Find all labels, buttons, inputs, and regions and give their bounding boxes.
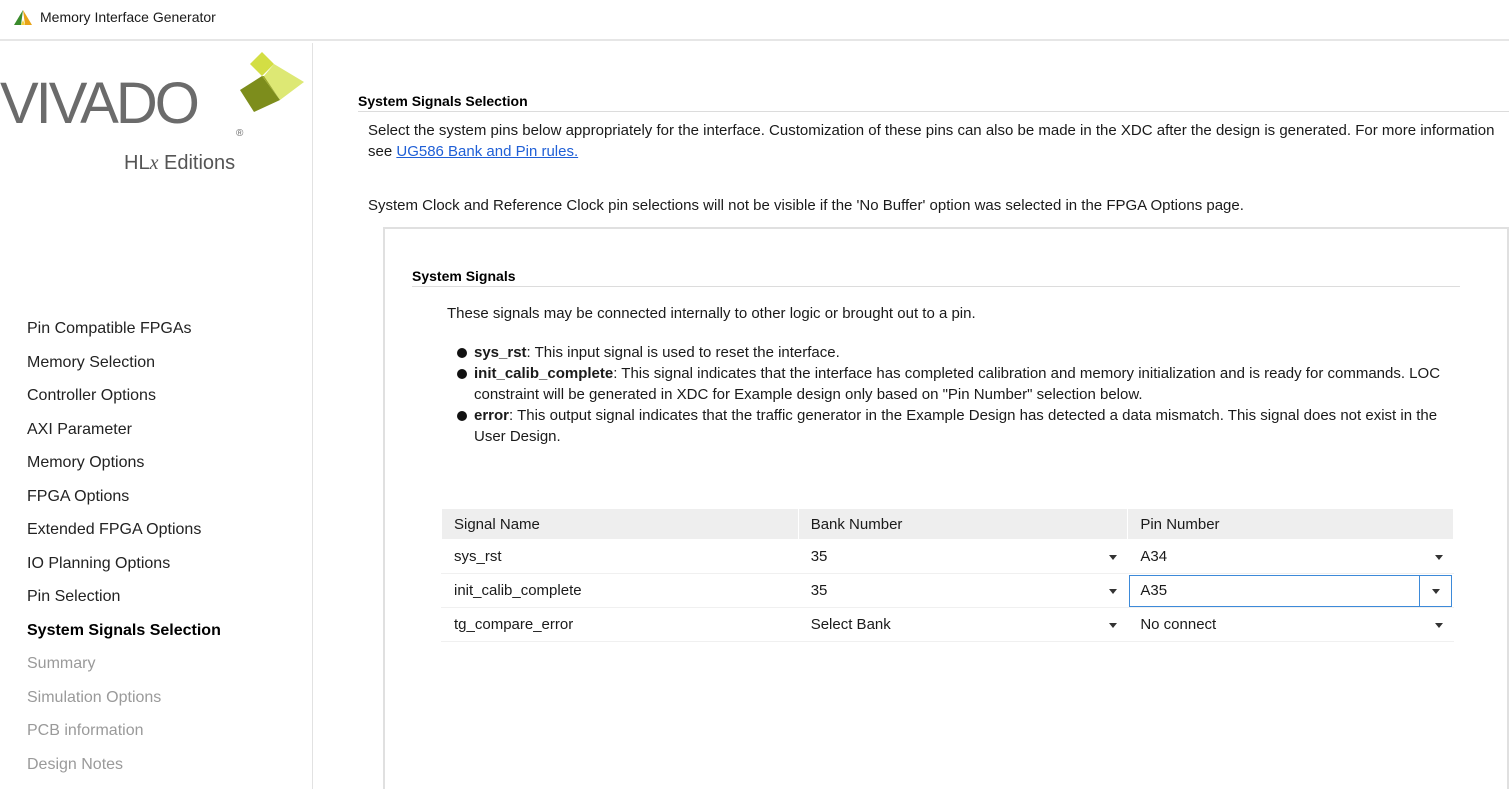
vivado-logo: VIVADO ® HLx Editions — [0, 43, 313, 174]
signal-description-text: : This signal indicates that the interfa… — [474, 365, 1441, 403]
signal-description-text: : This output signal indicates that the … — [474, 407, 1438, 445]
bank-number-value: 35 — [810, 548, 828, 565]
bank-number-select[interactable]: 35 — [797, 539, 1129, 574]
panel-description: These signals may be connected internall… — [447, 305, 976, 322]
pin-number-select[interactable]: A34 — [1127, 539, 1454, 574]
column-header-signal-name: Signal Name — [441, 508, 799, 540]
wizard-steps-nav: Pin Compatible FPGAs Memory Selection Cont… — [27, 315, 221, 784]
sidebar-item-memory-options[interactable]: Memory Options — [27, 449, 221, 483]
signal-description-item: init_calib_complete: This signal indicat… — [455, 363, 1455, 405]
bank-number-select[interactable]: 35 — [797, 573, 1129, 608]
chevron-down-icon[interactable] — [1432, 588, 1440, 594]
signal-name-cell: sys_rst — [441, 539, 799, 574]
table-header-row: Signal Name Bank Number Pin Number — [441, 508, 1454, 540]
chevron-down-icon[interactable] — [1109, 554, 1118, 560]
vivado-logo-mark — [240, 52, 304, 112]
page-title: System Signals Selection — [358, 93, 528, 109]
panel-title: System Signals — [412, 268, 516, 284]
signal-name: sys_rst — [474, 344, 527, 361]
bullet-icon — [457, 411, 467, 421]
pin-number-value: A34 — [1140, 548, 1168, 565]
signal-name: error — [474, 407, 510, 424]
main-content: System Signals Selection Select the syst… — [314, 43, 1509, 789]
signal-name-cell: init_calib_complete — [441, 573, 799, 608]
pin-number-combobox[interactable]: A35 — [1129, 574, 1452, 607]
bank-number-value: 35 — [810, 582, 828, 599]
sidebar-item-controller-options[interactable]: Controller Options — [27, 382, 221, 416]
system-signals-panel: System Signals These signals may be conn… — [383, 227, 1509, 789]
table-row: tg_compare_error Select Bank No connect — [441, 607, 1454, 642]
table-row: init_calib_complete 35 A35 — [441, 573, 1454, 608]
dropdown-button[interactable] — [1419, 575, 1451, 606]
column-header-pin-number: Pin Number — [1127, 508, 1454, 540]
page-title-divider — [358, 111, 1509, 112]
pin-number-select-focused[interactable]: A35 — [1127, 573, 1454, 608]
signal-name: init_calib_complete — [474, 365, 614, 382]
signal-name-cell: tg_compare_error — [441, 607, 799, 642]
sidebar-item-fpga-options[interactable]: FPGA Options — [27, 483, 221, 517]
table-row: sys_rst 35 A34 — [441, 539, 1454, 574]
logo-wordmark: VIVADO — [0, 71, 200, 136]
title-bar: Memory Interface Generator — [0, 0, 1509, 41]
logo-subtitle: HLx Editions — [124, 152, 236, 174]
sidebar-item-extended-fpga-options[interactable]: Extended FPGA Options — [27, 516, 221, 550]
chevron-down-icon[interactable] — [1435, 554, 1443, 560]
intro-text: Select the system pins below appropriate… — [368, 122, 1495, 160]
signal-description-text: : This input signal is used to reset the… — [526, 344, 840, 361]
pin-number-value: No connect — [1140, 616, 1217, 633]
sidebar-item-design-notes: Design Notes — [27, 755, 124, 773]
signal-description-item: sys_rst: This input signal is used to re… — [455, 342, 1455, 363]
sidebar-item-memory-selection[interactable]: Memory Selection — [27, 349, 221, 383]
sidebar-item-system-signals-selection[interactable]: System Signals Selection — [27, 617, 221, 651]
logo-registered-mark: ® — [236, 128, 244, 139]
pin-number-select[interactable]: No connect — [1127, 607, 1454, 642]
signals-table: Signal Name Bank Number Pin Number sys_r… — [441, 508, 1454, 642]
sidebar: VIVADO ® HLx Editions Pin Compatible FPG… — [0, 43, 313, 789]
chevron-down-icon[interactable] — [1435, 622, 1443, 628]
buffer-note: System Clock and Reference Clock pin sel… — [368, 197, 1244, 214]
chevron-down-icon[interactable] — [1109, 622, 1118, 628]
sidebar-item-pcb-information: PCB information — [27, 722, 144, 739]
signal-description-item: error: This output signal indicates that… — [455, 405, 1455, 447]
bullet-icon — [457, 369, 467, 379]
sidebar-item-io-planning-options[interactable]: IO Planning Options — [27, 550, 221, 584]
sidebar-item-pin-selection[interactable]: Pin Selection — [27, 583, 221, 617]
bank-number-value: Select Bank — [810, 616, 891, 633]
pin-number-value: A35 — [1140, 582, 1168, 599]
chevron-down-icon[interactable] — [1109, 588, 1118, 594]
window-title: Memory Interface Generator — [40, 9, 216, 25]
column-header-bank-number: Bank Number — [797, 508, 1129, 540]
sidebar-item-summary: Summary — [27, 655, 96, 672]
vivado-app-icon — [14, 10, 32, 25]
bank-number-select[interactable]: Select Bank — [797, 607, 1129, 642]
ug586-link[interactable]: UG586 Bank and Pin rules. — [396, 143, 578, 160]
bullet-icon — [457, 348, 467, 358]
signal-descriptions: sys_rst: This input signal is used to re… — [455, 342, 1455, 447]
sidebar-item-simulation-options: Simulation Options — [27, 688, 162, 706]
sidebar-item-axi-parameter[interactable]: AXI Parameter — [27, 416, 221, 450]
sidebar-item-pin-compatible-fpgas[interactable]: Pin Compatible FPGAs — [27, 315, 221, 349]
panel-title-divider — [412, 286, 1460, 287]
